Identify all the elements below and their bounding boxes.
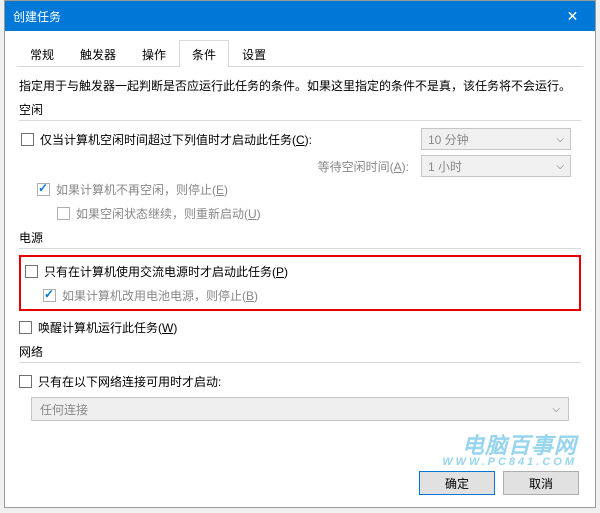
dialog-body: 常规 触发器 操作 条件 设置 指定用于与触发器一起判断是否应运行此任务的条件。… <box>5 31 595 507</box>
checkbox-power-wake[interactable] <box>19 321 32 334</box>
label-idle-stop: 如果计算机不再空闲，则停止(E) <box>56 181 228 198</box>
dialog-frame: 创建任务 ✕ 常规 触发器 操作 条件 设置 指定用于与触发器一起判断是否应运行… <box>4 0 596 508</box>
label-idle-start: 仅当计算机空闲时间超过下列值时才启动此任务(C): <box>40 131 312 148</box>
conditions-description: 指定用于与触发器一起判断是否应运行此任务的条件。如果这里指定的条件不是真，该任务… <box>19 77 581 95</box>
tab-bar: 常规 触发器 操作 条件 设置 <box>17 39 583 67</box>
tab-conditions[interactable]: 条件 <box>179 40 229 67</box>
tab-general[interactable]: 常规 <box>17 40 67 67</box>
ok-button[interactable]: 确定 <box>419 471 495 495</box>
cancel-button[interactable]: 取消 <box>503 471 579 495</box>
titlebar: 创建任务 ✕ <box>5 1 595 31</box>
label-idle-restart: 如果空闲状态继续，则重新启动(U) <box>76 205 261 222</box>
checkbox-idle-start[interactable] <box>21 133 34 146</box>
combo-idle-duration-value: 10 分钟 <box>428 131 469 148</box>
dialog-title: 创建任务 <box>13 8 61 25</box>
tab-settings[interactable]: 设置 <box>229 40 279 67</box>
checkbox-power-battery[interactable] <box>43 289 56 302</box>
section-power: 电源 <box>19 229 581 249</box>
tab-actions[interactable]: 操作 <box>129 40 179 67</box>
checkbox-power-ac[interactable] <box>25 265 38 278</box>
label-power-ac: 只有在计算机使用交流电源时才启动此任务(P) <box>44 263 288 280</box>
label-power-battery: 如果计算机改用电池电源，则停止(B) <box>62 287 258 304</box>
button-bar: 确定 取消 <box>419 471 579 495</box>
close-icon: ✕ <box>567 9 579 23</box>
checkbox-idle-restart[interactable] <box>57 207 70 220</box>
label-idle-wait: 等待空闲时间(A): <box>318 158 409 175</box>
combo-network-connection-value: 任何连接 <box>40 401 88 418</box>
tab-triggers[interactable]: 触发器 <box>67 40 129 67</box>
highlight-box: 只有在计算机使用交流电源时才启动此任务(P) 如果计算机改用电池电源，则停止(B… <box>19 255 581 311</box>
label-power-wake: 唤醒计算机运行此任务(W) <box>38 319 177 336</box>
checkbox-idle-stop[interactable] <box>37 183 50 196</box>
combo-idle-duration[interactable]: 10 分钟 ⌵ <box>421 128 571 150</box>
checkbox-network-start[interactable] <box>19 375 32 388</box>
close-button[interactable]: ✕ <box>550 1 595 31</box>
section-network: 网络 <box>19 343 581 363</box>
combo-idle-wait-value: 1 小时 <box>428 158 462 175</box>
combo-network-connection[interactable]: 任何连接 ⌵ <box>31 397 569 421</box>
section-idle: 空闲 <box>19 101 581 121</box>
chevron-down-icon: ⌵ <box>552 404 560 415</box>
chevron-down-icon: ⌵ <box>556 134 564 145</box>
combo-idle-wait[interactable]: 1 小时 ⌵ <box>421 155 571 177</box>
label-network-start: 只有在以下网络连接可用时才启动: <box>38 373 221 390</box>
chevron-down-icon: ⌵ <box>556 161 564 172</box>
watermark: 电脑百事网 WWW.PC841.COM <box>442 434 577 469</box>
